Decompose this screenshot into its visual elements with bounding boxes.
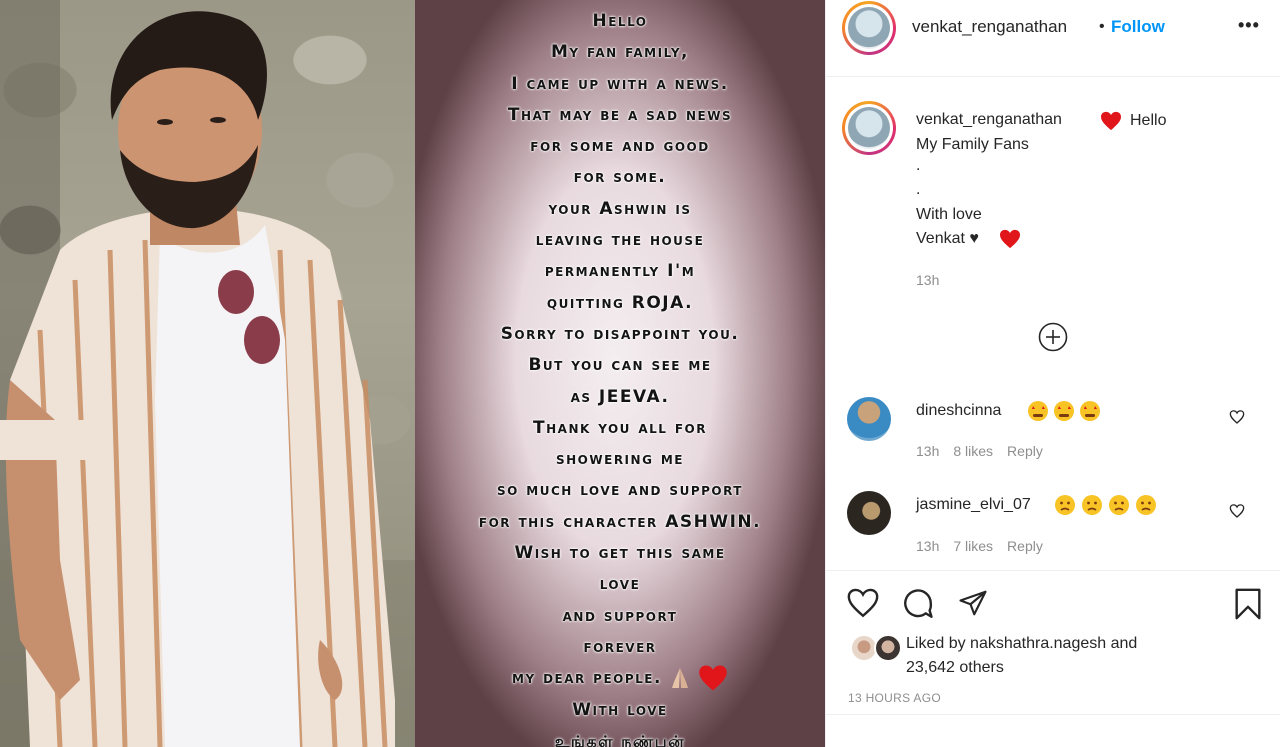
- comment-username[interactable]: dineshcinna: [916, 402, 1001, 420]
- story-text-image: Hello My fan family, I came up with a ne…: [415, 0, 825, 747]
- star-struck-emoji-icon: [1027, 400, 1103, 427]
- comment-meta: 13h 8 likes Reply: [916, 443, 1057, 459]
- comment-time: 13h: [916, 443, 940, 459]
- heart-emoji-icon: [699, 665, 727, 691]
- header-avatar[interactable]: [848, 7, 890, 49]
- story-text-lines: Hello My fan family, I came up with a ne…: [415, 6, 825, 747]
- post-timestamp: 13 HOURS AGO: [848, 691, 941, 705]
- caption-dot: .: [916, 157, 921, 174]
- comment-icon[interactable]: [901, 587, 935, 621]
- post-header: [826, 0, 1280, 77]
- story-line: permanently I'm: [544, 261, 696, 282]
- comment-username[interactable]: jasmine_elvi_07: [916, 496, 1031, 514]
- story-line: Hello: [592, 11, 648, 31]
- bookmark-icon[interactable]: [1233, 587, 1263, 621]
- story-line: your Ashwin is: [548, 198, 692, 219]
- caption-line: My Family Fans: [916, 136, 1029, 153]
- story-line: That may be a sad news: [507, 104, 733, 125]
- header-username[interactable]: venkat_renganathan: [912, 17, 1067, 37]
- follow-button[interactable]: Follow: [1111, 17, 1165, 37]
- caption-line: Venkat ♥: [916, 230, 979, 247]
- heart-emoji-icon: [1101, 111, 1121, 131]
- story-line: for some and good: [530, 136, 710, 157]
- caption-line: With love: [916, 206, 982, 223]
- story-line-text: my dear people.: [512, 668, 662, 689]
- more-icon[interactable]: •••: [1238, 15, 1260, 36]
- caption-username[interactable]: venkat_renganathan: [916, 111, 1062, 129]
- person-photo-illustration: [0, 0, 415, 747]
- story-line: I came up with a news.: [511, 73, 729, 94]
- comment-time: 13h: [916, 538, 940, 554]
- plus-circle-icon[interactable]: [1038, 322, 1068, 352]
- heart-outline-icon[interactable]: [1229, 409, 1245, 425]
- caption-line: Hello: [1130, 112, 1167, 129]
- story-line: leaving the house: [535, 230, 705, 251]
- comment-meta: 13h 7 likes Reply: [916, 538, 1057, 554]
- comment-divider: [825, 714, 1280, 715]
- liked-by-and: and: [1110, 635, 1138, 652]
- story-line: love: [599, 574, 641, 595]
- comment-reply-button[interactable]: Reply: [1007, 443, 1043, 459]
- story-line: உங்கள் நண்பன்: [554, 731, 686, 747]
- heart-outline-icon[interactable]: [1229, 503, 1245, 519]
- comment-likes[interactable]: 7 likes: [953, 538, 993, 554]
- liked-by-avatar[interactable]: [874, 634, 902, 662]
- story-line: Wish to get this same: [514, 543, 726, 564]
- share-icon[interactable]: [957, 588, 989, 618]
- story-line: and support: [562, 605, 678, 626]
- story-line: Thank you all for: [533, 417, 707, 438]
- caption-avatar[interactable]: [848, 107, 890, 149]
- story-line: so much love and support: [497, 480, 743, 501]
- heart-outline-icon[interactable]: [846, 587, 880, 619]
- heart-emoji-icon: [1000, 229, 1020, 249]
- comment-reply-button[interactable]: Reply: [1007, 538, 1043, 554]
- comment-avatar[interactable]: [847, 397, 891, 441]
- folded-hands-emoji-icon: [671, 668, 688, 689]
- liked-by-line: Liked by nakshathra.nagesh and: [906, 635, 1137, 653]
- story-line: showering me: [556, 449, 684, 470]
- story-line: for some.: [573, 167, 667, 188]
- caption-time: 13h: [916, 272, 940, 288]
- story-line: as JEEVA.: [570, 386, 670, 407]
- post-photo: [0, 0, 415, 747]
- sad-emoji-icon: [1054, 494, 1160, 521]
- actions-divider: [825, 570, 1280, 571]
- liked-by-username[interactable]: nakshathra.nagesh: [970, 635, 1106, 652]
- comment-likes[interactable]: 8 likes: [953, 443, 993, 459]
- liked-by-others[interactable]: 23,642 others: [906, 659, 1004, 677]
- caption-dot: .: [916, 181, 921, 198]
- story-line: for this character ASHWIN.: [478, 511, 762, 532]
- story-line: But you can see me: [528, 355, 712, 376]
- story-line: With love: [572, 699, 668, 720]
- liked-by-prefix: Liked by: [906, 635, 966, 652]
- follow-separator: •: [1099, 18, 1105, 35]
- story-line-with-emoji: my dear people.: [415, 663, 825, 694]
- story-line: quitting ROJA.: [546, 292, 694, 313]
- story-line: Sorry to disappoint you.: [500, 323, 740, 344]
- comment-avatar[interactable]: [847, 491, 891, 535]
- story-line: My fan family,: [550, 42, 690, 63]
- story-line: forever: [583, 636, 657, 657]
